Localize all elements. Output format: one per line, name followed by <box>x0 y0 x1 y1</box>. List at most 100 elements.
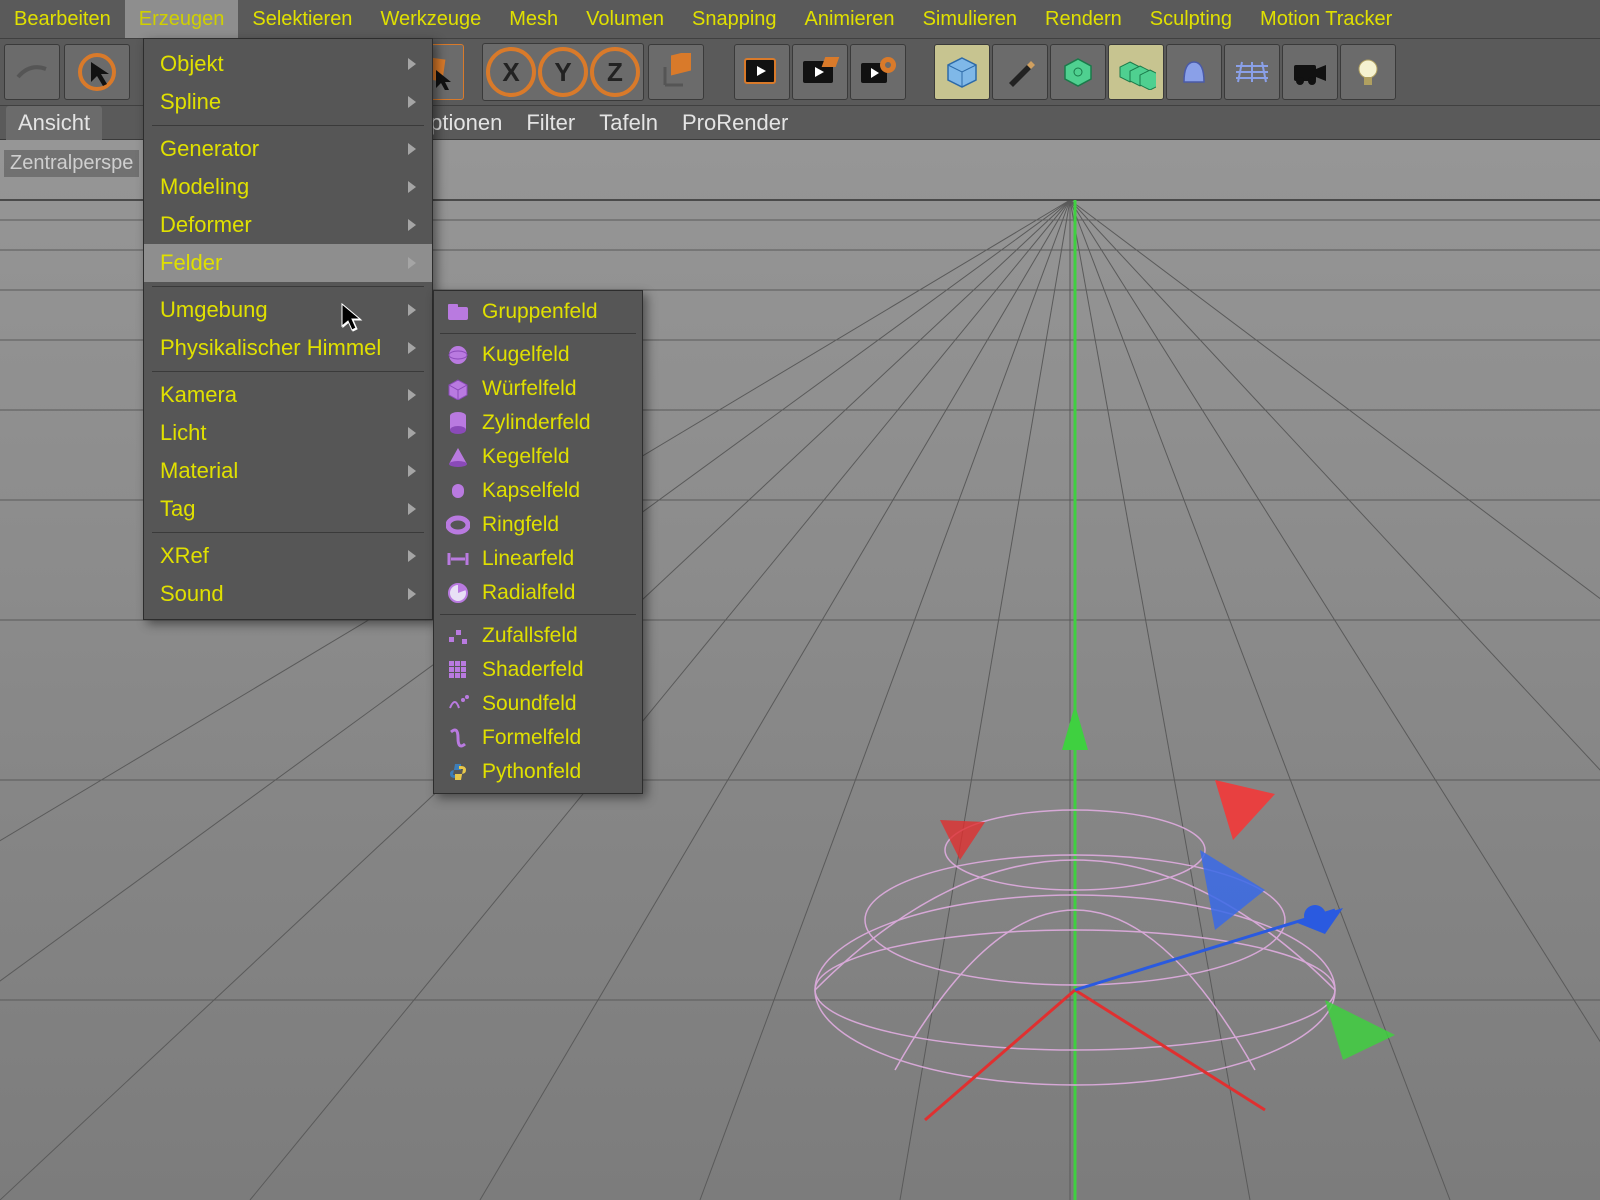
menu-volumen[interactable]: Volumen <box>572 0 678 38</box>
dropdown-item-tag[interactable]: Tag <box>144 490 432 528</box>
submenu-arrow-icon <box>408 257 416 269</box>
subdiv-button[interactable] <box>1050 44 1106 100</box>
submenu-item-ringfeld[interactable]: Ringfeld <box>434 508 642 542</box>
submenu-item-label: Linearfeld <box>482 547 574 571</box>
menu-snapping[interactable]: Snapping <box>678 0 791 38</box>
pen-tool-button[interactable] <box>992 44 1048 100</box>
menu-mesh[interactable]: Mesh <box>495 0 572 38</box>
menu-werkzeuge[interactable]: Werkzeuge <box>366 0 495 38</box>
coord-system-button[interactable] <box>648 44 704 100</box>
submenu-item-zylinderfeld[interactable]: Zylinderfeld <box>434 406 642 440</box>
capsule-icon <box>446 479 470 503</box>
submenu-item-label: Gruppenfeld <box>482 300 598 324</box>
deformer-button[interactable] <box>1166 44 1222 100</box>
felder-submenu: Gruppenfeld KugelfeldWürfelfeld Zylinderfe… <box>433 290 643 794</box>
submenu-item-linearfeld[interactable]: Linearfeld <box>434 542 642 576</box>
dropdown-item-label: Modeling <box>160 174 249 200</box>
menu-animieren[interactable]: Animieren <box>791 0 909 38</box>
dropdown-separator <box>152 532 424 533</box>
cylinder-icon <box>446 411 470 435</box>
dropdown-item-felder[interactable]: Felder <box>144 244 432 282</box>
submenu-item-label: Kegelfeld <box>482 445 570 469</box>
submenu-item-pythonfeld[interactable]: Pythonfeld <box>434 755 642 789</box>
menu-rendern[interactable]: Rendern <box>1031 0 1136 38</box>
dropdown-item-objekt[interactable]: Objekt <box>144 45 432 83</box>
formula-icon <box>446 726 470 750</box>
axis-y-button[interactable]: Y <box>538 47 588 97</box>
dropdown-item-label: Material <box>160 458 238 484</box>
view-menu-optionen[interactable]: ptionen <box>430 110 502 136</box>
view-menu-tafeln[interactable]: Tafeln <box>599 110 658 136</box>
submenu-arrow-icon <box>408 96 416 108</box>
camera-button[interactable] <box>1282 44 1338 100</box>
menu-erzeugen[interactable]: Erzeugen <box>125 0 239 38</box>
undo-button[interactable] <box>4 44 60 100</box>
menu-sculpting[interactable]: Sculpting <box>1136 0 1246 38</box>
dropdown-item-label: Spline <box>160 89 221 115</box>
select-tool-button[interactable] <box>64 44 130 100</box>
dropdown-item-generator[interactable]: Generator <box>144 130 432 168</box>
submenu-item-label: Zylinderfeld <box>482 411 591 435</box>
dropdown-separator <box>152 371 424 372</box>
submenu-item-formelfeld[interactable]: Formelfeld <box>434 721 642 755</box>
axis-z-button[interactable]: Z <box>590 47 640 97</box>
submenu-separator <box>440 614 636 615</box>
submenu-item-label: Kapselfeld <box>482 479 580 503</box>
array-button[interactable] <box>1108 44 1164 100</box>
dropdown-item-label: Generator <box>160 136 259 162</box>
submenu-arrow-icon <box>408 304 416 316</box>
submenu-item-soundfeld[interactable]: Soundfeld <box>434 687 642 721</box>
light-button[interactable] <box>1340 44 1396 100</box>
submenu-item-kegelfeld[interactable]: Kegelfeld <box>434 440 642 474</box>
view-menu-prorender[interactable]: ProRender <box>682 110 788 136</box>
sound-icon <box>446 692 470 716</box>
projection-label: Zentralperspe <box>4 150 139 177</box>
floor-button[interactable] <box>1224 44 1280 100</box>
submenu-arrow-icon <box>408 550 416 562</box>
submenu-item-label: Formelfeld <box>482 726 581 750</box>
menu-motion-tracker[interactable]: Motion Tracker <box>1246 0 1406 38</box>
render-settings-button[interactable] <box>850 44 906 100</box>
submenu-item-kapselfeld[interactable]: Kapselfeld <box>434 474 642 508</box>
submenu-item-gruppenfeld[interactable]: Gruppenfeld <box>434 295 642 329</box>
dropdown-item-kamera[interactable]: Kamera <box>144 376 432 414</box>
dropdown-item-sound[interactable]: Sound <box>144 575 432 613</box>
submenu-arrow-icon <box>408 588 416 600</box>
submenu-arrow-icon <box>408 427 416 439</box>
menu-selektieren[interactable]: Selektieren <box>238 0 366 38</box>
cube-primitive-button[interactable] <box>934 44 990 100</box>
linear-icon <box>446 547 470 571</box>
dropdown-item-label: XRef <box>160 543 209 569</box>
dropdown-item-label: Physikalischer Himmel <box>160 335 381 361</box>
radial-icon <box>446 581 470 605</box>
submenu-item-radialfeld[interactable]: Radialfeld <box>434 576 642 610</box>
erzeugen-dropdown: Objekt Spline Generator Modeling DeformerFel… <box>143 38 433 620</box>
dropdown-item-modeling[interactable]: Modeling <box>144 168 432 206</box>
dropdown-item-spline[interactable]: Spline <box>144 83 432 121</box>
viewport-tab-ansicht[interactable]: Ansicht <box>6 106 102 140</box>
submenu-item-kugelfeld[interactable]: Kugelfeld <box>434 338 642 372</box>
menubar: BearbeitenErzeugenSelektierenWerkzeugeMe… <box>0 0 1600 38</box>
dropdown-item-deformer[interactable]: Deformer <box>144 206 432 244</box>
dropdown-item-physikalischer-himmel[interactable]: Physikalischer Himmel <box>144 329 432 367</box>
menu-simulieren[interactable]: Simulieren <box>909 0 1031 38</box>
submenu-arrow-icon <box>408 389 416 401</box>
cube-icon <box>446 377 470 401</box>
render-view-button[interactable] <box>734 44 790 100</box>
python-icon <box>446 760 470 784</box>
axis-x-button[interactable]: X <box>486 47 536 97</box>
submenu-item-zufallsfeld[interactable]: Zufallsfeld <box>434 619 642 653</box>
dropdown-item-umgebung[interactable]: Umgebung <box>144 291 432 329</box>
menu-bearbeiten[interactable]: Bearbeiten <box>0 0 125 38</box>
dropdown-item-label: Objekt <box>160 51 224 77</box>
submenu-arrow-icon <box>408 181 416 193</box>
view-menu-filter[interactable]: Filter <box>526 110 575 136</box>
dropdown-item-licht[interactable]: Licht <box>144 414 432 452</box>
submenu-item-shaderfeld[interactable]: Shaderfeld <box>434 653 642 687</box>
dropdown-item-material[interactable]: Material <box>144 452 432 490</box>
render-pv-button[interactable] <box>792 44 848 100</box>
submenu-item-würfelfeld[interactable]: Würfelfeld <box>434 372 642 406</box>
shader-icon <box>446 658 470 682</box>
dropdown-item-xref[interactable]: XRef <box>144 537 432 575</box>
submenu-arrow-icon <box>408 503 416 515</box>
